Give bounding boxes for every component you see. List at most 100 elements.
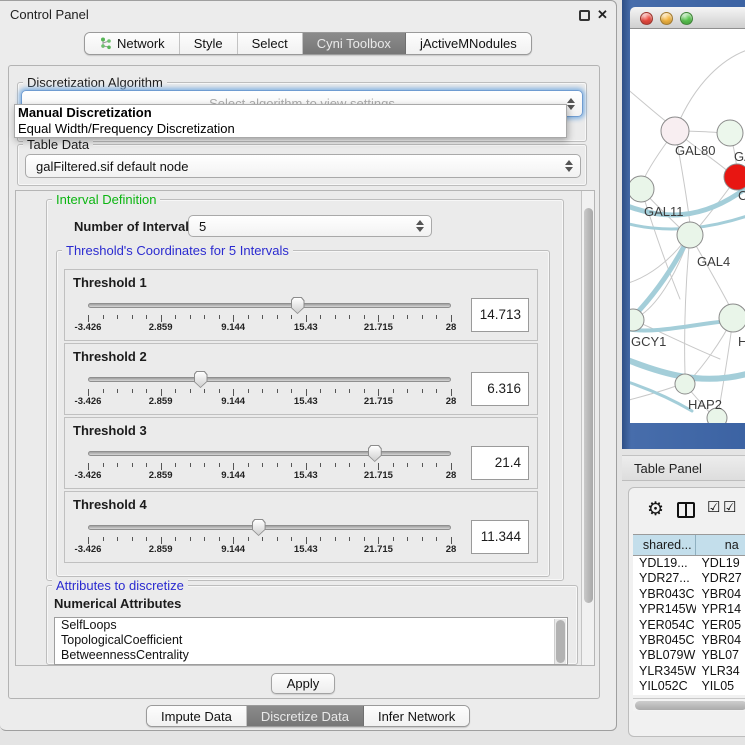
network-node-label: C	[738, 188, 745, 203]
network-node-GAL4[interactable]	[677, 222, 703, 248]
threshold-value-field[interactable]: 6.316	[471, 372, 529, 406]
scrollbar-thumb[interactable]	[635, 701, 745, 710]
tab-network[interactable]: Network	[85, 33, 180, 54]
table-row[interactable]: YIL052CYIL05	[633, 679, 745, 694]
zoom-button-icon[interactable]	[680, 12, 693, 25]
network-node-GCY1[interactable]	[630, 309, 644, 331]
column-header-shared-name[interactable]: shared...	[633, 535, 696, 555]
columns-icon[interactable]	[677, 502, 695, 518]
slider-tick	[378, 315, 379, 322]
threshold-value-field[interactable]: 14.713	[471, 298, 529, 332]
table-row[interactable]: YLR345WYLR34	[633, 664, 745, 679]
table-row[interactable]: YBL079WYBL07	[633, 648, 745, 663]
slider-tick	[233, 463, 234, 470]
threshold-panel: Threshold 3 21.4 -3.4262.8599.14415.4321…	[64, 417, 538, 489]
float-window-icon[interactable]	[579, 10, 590, 21]
network-icon	[99, 37, 112, 50]
slider-tick-label: -3.426	[63, 396, 113, 407]
network-node-GAL11[interactable]	[630, 176, 654, 202]
attribute-list-item[interactable]: SelfLoops	[55, 618, 567, 633]
table-row[interactable]: YBR043CYBR04	[633, 587, 745, 602]
slider-thumb-face	[292, 298, 304, 313]
threshold-value-field[interactable]: 11.344	[471, 520, 529, 554]
slider-thumb[interactable]	[252, 519, 266, 536]
tab-discretize-data[interactable]: Discretize Data	[247, 706, 364, 726]
slider-track[interactable]	[88, 377, 451, 382]
network-node-label: GAL80	[675, 143, 715, 158]
number-of-intervals-combobox[interactable]: 5	[188, 215, 432, 237]
cyni-toolbox-panel: Discretization Algorithm Select algorith…	[8, 65, 600, 699]
slider-tick-label: 28	[426, 396, 476, 407]
slider-thumb-face	[369, 446, 381, 461]
table-row[interactable]: YDL19...YDL19	[633, 556, 745, 571]
slider-tick	[320, 537, 321, 541]
slider-tick	[277, 389, 278, 393]
table-data-combobox[interactable]: galFiltered.sif default node	[25, 154, 581, 178]
table-row[interactable]: YBR045CYBR04	[633, 633, 745, 648]
slider-tick	[364, 389, 365, 393]
network-node-H[interactable]	[719, 304, 745, 332]
slider-thumb[interactable]	[194, 371, 208, 388]
numerical-attributes-list[interactable]: SelfLoopsTopologicalCoefficientBetweenne…	[54, 617, 568, 665]
network-node-label: GCY1	[631, 334, 666, 349]
table-cell: YIL05	[696, 679, 745, 694]
dropdown-option-equal-width-frequency[interactable]: Equal Width/Frequency Discretization	[15, 121, 566, 137]
slider-thumb[interactable]	[291, 297, 305, 314]
tab-label: Infer Network	[378, 709, 455, 724]
tab-label: Cyni Toolbox	[317, 36, 391, 51]
slider-tick-label: 9.144	[208, 396, 258, 407]
dropdown-option-manual-discretization[interactable]: Manual Discretization	[15, 105, 566, 121]
slider-thumb[interactable]	[368, 445, 382, 462]
attributes-list-scrollbar[interactable]	[554, 619, 566, 665]
attribute-list-item[interactable]: BetweennessCentrality	[55, 648, 567, 663]
slider-tick	[335, 537, 336, 541]
slider-tick	[364, 315, 365, 319]
checkbox-icon[interactable]: ☑	[707, 498, 720, 516]
table-row[interactable]: YER054CYER05	[633, 618, 745, 633]
close-panel-icon[interactable]: ✕	[597, 7, 608, 23]
tab-infer-network[interactable]: Infer Network	[364, 706, 469, 726]
table-cell: YLR345W	[633, 664, 696, 679]
tab-label: jActiveMNodules	[420, 36, 517, 51]
scrollbar-thumb[interactable]	[556, 620, 565, 663]
threshold-value-field[interactable]: 21.4	[471, 446, 529, 480]
slider-tick	[190, 315, 191, 319]
settings-scrollbar[interactable]	[581, 191, 595, 665]
table-cell: YDL19	[696, 556, 745, 571]
table-header-row: shared... na	[633, 534, 745, 556]
apply-button[interactable]: Apply	[271, 673, 335, 694]
slider-tick	[393, 315, 394, 319]
slider-tick-label: -3.426	[63, 322, 113, 333]
checkbox-icon[interactable]: ☑	[723, 498, 736, 516]
slider-track[interactable]	[88, 525, 451, 530]
slider-tick-label: 15.43	[281, 544, 331, 555]
slider-tick-label: 9.144	[208, 322, 258, 333]
table-cell: YER05	[696, 618, 745, 633]
tab-impute-data[interactable]: Impute Data	[147, 706, 247, 726]
scrollbar-thumb[interactable]	[584, 208, 593, 603]
tab-style[interactable]: Style	[180, 33, 238, 54]
network-node-HAP2[interactable]	[675, 374, 695, 394]
minimize-button-icon[interactable]	[660, 12, 673, 25]
slider-tick	[117, 389, 118, 393]
slider-tick	[219, 315, 220, 319]
column-header-name[interactable]: na	[696, 535, 745, 555]
network-node-GAL80[interactable]	[661, 117, 689, 145]
table-row[interactable]: YDR27...YDR27	[633, 571, 745, 586]
network-node-GAL[interactable]	[717, 120, 743, 146]
slider-tick	[161, 537, 162, 544]
slider-tick	[407, 463, 408, 467]
table-horizontal-scrollbar[interactable]	[633, 698, 745, 711]
tab-cyni-toolbox[interactable]: Cyni Toolbox	[303, 33, 406, 54]
attribute-list-item[interactable]: TopologicalCoefficient	[55, 633, 567, 648]
network-canvas[interactable]: GAL80GACGAL11GAL4GCY1HHAP2	[630, 29, 745, 423]
table-row[interactable]: YPR145WYPR14	[633, 602, 745, 617]
slider-tick	[407, 537, 408, 541]
slider-track[interactable]	[88, 303, 451, 308]
gear-icon[interactable]: ⚙	[647, 500, 664, 519]
slider-track[interactable]	[88, 451, 451, 456]
tab-select[interactable]: Select	[238, 33, 303, 54]
network-node-red-node[interactable]	[724, 164, 745, 190]
tab-jactivemnodules[interactable]: jActiveMNodules	[406, 33, 531, 54]
close-button-icon[interactable]	[640, 12, 653, 25]
